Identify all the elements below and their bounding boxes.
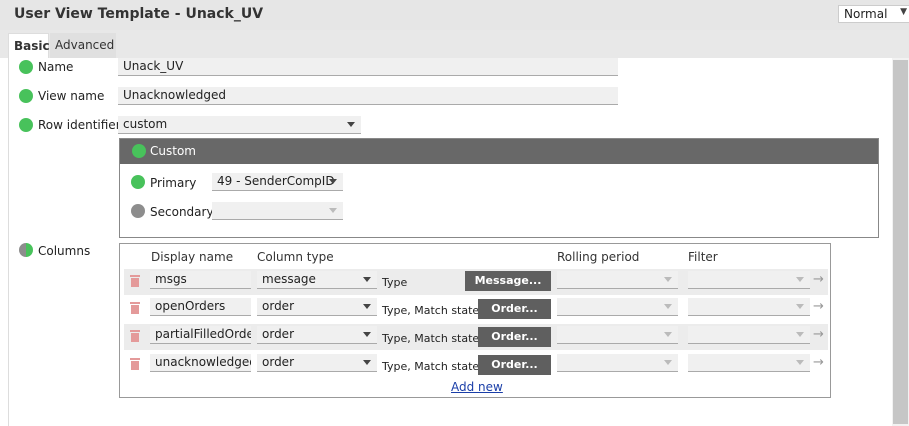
- display-name-input[interactable]: openOrders: [150, 298, 251, 316]
- trash-icon[interactable]: [130, 302, 140, 314]
- custom-panel-title: Custom: [150, 144, 196, 158]
- custom-panel-header: Custom: [120, 139, 878, 164]
- row-identifier-value: custom: [123, 117, 168, 131]
- primary-select-value: 49 - SenderCompID: [217, 174, 335, 188]
- arrow-right-icon[interactable]: →: [813, 299, 824, 314]
- add-new-link[interactable]: Add new: [451, 380, 503, 394]
- column-type-value: message: [262, 272, 316, 286]
- chevron-down-icon: [664, 360, 672, 365]
- table-row: partialFilledOrde order Type, Match stat…: [124, 324, 828, 350]
- window-header: User View Template - Unack_UV Normal ▼: [0, 0, 909, 30]
- column-header-column-type: Column type: [257, 250, 334, 264]
- status-dot-icon: [132, 144, 146, 158]
- custom-panel: Custom Primary 49 - SenderCompID Seconda…: [119, 138, 879, 238]
- status-dot-icon: [131, 175, 145, 189]
- display-name-input[interactable]: msgs: [150, 271, 251, 289]
- display-name-input[interactable]: unacknowledged: [150, 354, 251, 372]
- status-dot-icon: [131, 204, 145, 218]
- name-label: Name: [38, 60, 74, 74]
- column-type-value: order: [262, 327, 294, 341]
- mode-select-value: Normal: [844, 7, 888, 21]
- column-type-value: order: [262, 355, 294, 369]
- column-header-rolling-period: Rolling period: [557, 250, 640, 264]
- primary-select[interactable]: 49 - SenderCompID: [212, 173, 343, 191]
- chevron-down-icon: [664, 332, 672, 337]
- column-type-select[interactable]: message: [257, 271, 377, 289]
- column-header-display-name: Display name: [151, 250, 234, 264]
- status-dot-icon: [19, 89, 33, 103]
- column-type-select[interactable]: order: [257, 354, 377, 372]
- chevron-down-icon: [363, 360, 371, 365]
- window-title: User View Template - Unack_UV: [14, 6, 264, 22]
- chevron-down-icon: [796, 360, 804, 365]
- name-input[interactable]: Unack_UV: [118, 58, 618, 76]
- table-row: openOrders order Type, Match states Orde…: [124, 296, 828, 322]
- chevron-down-icon: [796, 332, 804, 337]
- chevron-down-icon: [363, 332, 371, 337]
- column-info: Type: [382, 276, 408, 289]
- column-info: Type, Match states: [382, 332, 485, 345]
- arrow-right-icon[interactable]: →: [813, 272, 824, 287]
- chevron-down-icon: [664, 277, 672, 282]
- chevron-down-icon: [664, 304, 672, 309]
- arrow-right-icon[interactable]: →: [813, 355, 824, 370]
- chevron-down-icon: [363, 277, 371, 282]
- order-button[interactable]: Order...: [478, 299, 551, 319]
- secondary-label: Secondary: [150, 205, 214, 219]
- chevron-down-icon: [347, 122, 355, 127]
- filter-select[interactable]: [688, 326, 810, 344]
- columns-panel: Display name Column type Rolling period …: [119, 243, 831, 398]
- view-name-input[interactable]: Unacknowledged: [118, 87, 618, 105]
- scrollbar-thumb[interactable]: [893, 60, 908, 424]
- column-info: Type, Match states: [382, 360, 485, 373]
- tab-basic[interactable]: Basic: [8, 33, 50, 58]
- secondary-select[interactable]: [212, 202, 343, 220]
- primary-label: Primary: [150, 176, 197, 190]
- column-type-select[interactable]: order: [257, 326, 377, 344]
- display-name-input[interactable]: partialFilledOrde: [150, 326, 251, 344]
- chevron-down-icon: [363, 304, 371, 309]
- view-name-label: View name: [38, 89, 105, 103]
- filter-select[interactable]: [688, 354, 810, 372]
- chevron-down-icon: [796, 277, 804, 282]
- columns-label: Columns: [38, 244, 91, 258]
- rolling-period-select[interactable]: [557, 354, 678, 372]
- status-dot-icon: [19, 118, 33, 132]
- filter-select[interactable]: [688, 298, 810, 316]
- message-button[interactable]: Message...: [465, 271, 551, 291]
- row-identifier-select[interactable]: custom: [118, 116, 361, 134]
- order-button[interactable]: Order...: [478, 355, 551, 375]
- status-dot-icon: [19, 60, 33, 74]
- trash-icon[interactable]: [130, 275, 140, 287]
- column-info: Type, Match states: [382, 304, 485, 317]
- column-header-filter: Filter: [688, 250, 718, 264]
- chevron-down-icon: [329, 208, 337, 213]
- order-button[interactable]: Order...: [478, 327, 551, 347]
- chevron-down-icon: [796, 304, 804, 309]
- filter-select[interactable]: [688, 271, 810, 289]
- tab-advanced[interactable]: Advanced: [50, 33, 116, 58]
- trash-icon[interactable]: [130, 358, 140, 370]
- column-type-value: order: [262, 299, 294, 313]
- chevron-down-icon: ▼: [900, 7, 907, 17]
- trash-icon[interactable]: [130, 330, 140, 342]
- column-type-select[interactable]: order: [257, 298, 377, 316]
- tab-bar: Basic Advanced: [0, 30, 909, 58]
- rolling-period-select[interactable]: [557, 298, 678, 316]
- chevron-down-icon: [329, 179, 337, 184]
- rolling-period-select[interactable]: [557, 326, 678, 344]
- status-dot-icon: [19, 243, 33, 257]
- table-row: unacknowledged order Type, Match states …: [124, 352, 828, 378]
- mode-select[interactable]: Normal ▼: [838, 5, 909, 23]
- row-identifier-label: Row identifier: [38, 118, 121, 132]
- table-row: msgs message Type Message... →: [124, 269, 828, 295]
- rolling-period-select[interactable]: [557, 271, 678, 289]
- arrow-right-icon[interactable]: →: [813, 327, 824, 342]
